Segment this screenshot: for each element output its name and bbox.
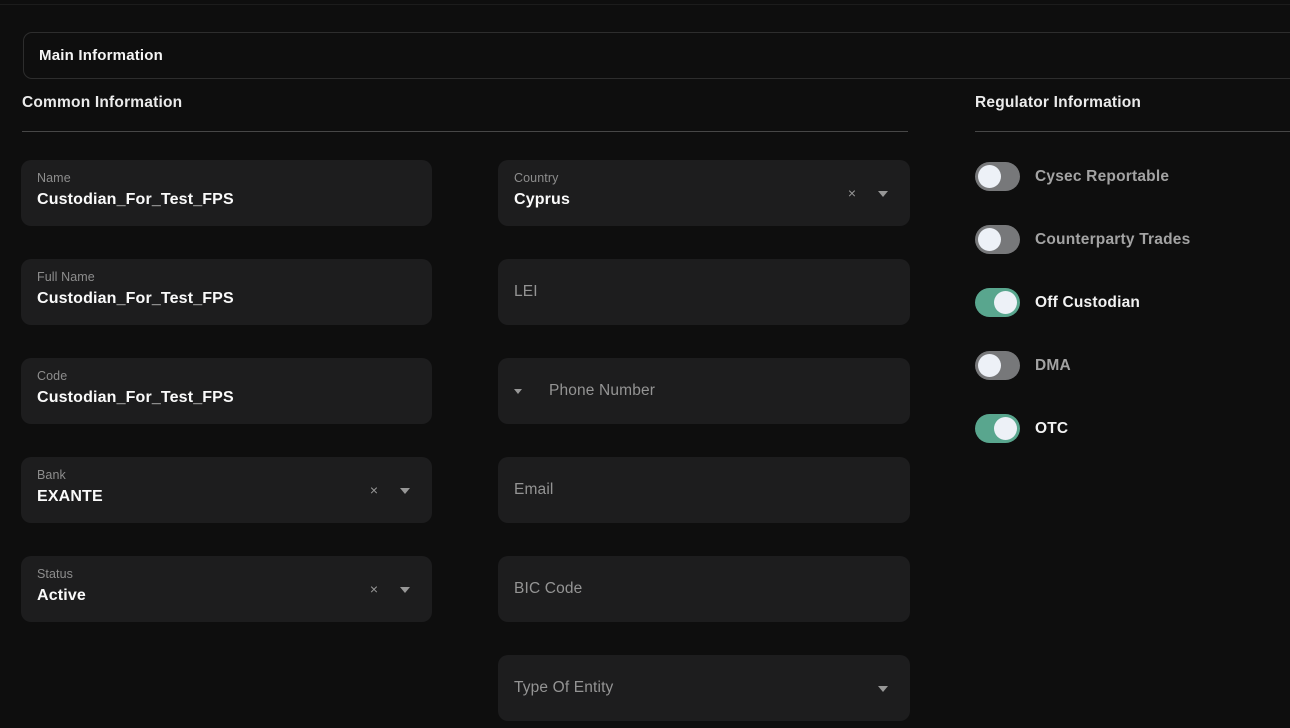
country-select[interactable]: Country Cyprus × [498, 160, 910, 226]
code-field-label: Code [37, 369, 416, 384]
regulator-section-divider [975, 131, 1290, 132]
name-field-label: Name [37, 171, 416, 186]
tab-bar: Main Information [23, 32, 1290, 79]
cysec-reportable-toggle[interactable] [975, 162, 1020, 191]
off-custodian-label: Off Custodian [1035, 294, 1140, 312]
email-field[interactable]: Email [498, 457, 910, 523]
clear-icon[interactable]: × [848, 186, 856, 200]
regulator-information-title: Regulator Information [975, 94, 1141, 112]
off-custodian-toggle[interactable] [975, 288, 1020, 317]
phone-number-placeholder: Phone Number [549, 382, 655, 400]
name-field[interactable]: Name Custodian_For_Test_FPS [21, 160, 432, 226]
chevron-down-icon[interactable] [400, 488, 410, 494]
chevron-down-icon[interactable] [878, 686, 888, 692]
common-section-divider [22, 131, 908, 132]
toggle-knob [994, 417, 1017, 440]
top-divider [0, 4, 1290, 5]
otc-toggle[interactable] [975, 414, 1020, 443]
toggle-knob [978, 228, 1001, 251]
toggle-row-off-custodian: Off Custodian [975, 288, 1190, 317]
dial-code-chevron-down-icon[interactable] [514, 389, 522, 394]
type-of-entity-select[interactable]: Type Of Entity [498, 655, 910, 721]
email-field-placeholder: Email [514, 481, 554, 499]
bic-code-field[interactable]: BIC Code [498, 556, 910, 622]
toggle-row-cysec-reportable: Cysec Reportable [975, 162, 1190, 191]
lei-field-placeholder: LEI [514, 283, 538, 301]
chevron-down-icon[interactable] [400, 587, 410, 593]
cysec-reportable-label: Cysec Reportable [1035, 168, 1169, 186]
bic-code-placeholder: BIC Code [514, 580, 582, 598]
phone-number-field[interactable]: Phone Number [498, 358, 910, 424]
country-select-value: Cyprus [514, 190, 894, 210]
counterparty-trades-toggle[interactable] [975, 225, 1020, 254]
clear-icon[interactable]: × [370, 483, 378, 497]
code-field-value: Custodian_For_Test_FPS [37, 388, 416, 408]
dma-toggle[interactable] [975, 351, 1020, 380]
counterparty-trades-label: Counterparty Trades [1035, 231, 1190, 249]
country-select-label: Country [514, 171, 894, 186]
status-select[interactable]: Status Active × [21, 556, 432, 622]
common-information-title: Common Information [22, 94, 182, 112]
tab-main-information-label: Main Information [39, 47, 163, 64]
status-select-label: Status [37, 567, 416, 582]
type-of-entity-placeholder: Type Of Entity [514, 679, 613, 697]
bank-select[interactable]: Bank EXANTE × [21, 457, 432, 523]
full-name-field[interactable]: Full Name Custodian_For_Test_FPS [21, 259, 432, 325]
otc-label: OTC [1035, 420, 1068, 438]
toggle-knob [978, 165, 1001, 188]
lei-field[interactable]: LEI [498, 259, 910, 325]
bank-select-label: Bank [37, 468, 416, 483]
toggle-row-counterparty-trades: Counterparty Trades [975, 225, 1190, 254]
toggle-row-otc: OTC [975, 414, 1190, 443]
clear-icon[interactable]: × [370, 582, 378, 596]
full-name-field-label: Full Name [37, 270, 416, 285]
chevron-down-icon[interactable] [878, 191, 888, 197]
name-field-value: Custodian_For_Test_FPS [37, 190, 416, 210]
toggle-row-dma: DMA [975, 351, 1190, 380]
full-name-field-value: Custodian_For_Test_FPS [37, 289, 416, 309]
toggle-knob [994, 291, 1017, 314]
dma-label: DMA [1035, 357, 1071, 375]
status-select-value: Active [37, 586, 416, 606]
custodian-edit-page: { "tabs": { "main": { "label": "Main Inf… [0, 0, 1290, 728]
toggle-knob [978, 354, 1001, 377]
code-field[interactable]: Code Custodian_For_Test_FPS [21, 358, 432, 424]
regulator-toggle-list: Cysec Reportable Counterparty Trades Off… [975, 162, 1190, 477]
tab-main-information[interactable]: Main Information [24, 33, 178, 78]
bank-select-value: EXANTE [37, 487, 416, 507]
